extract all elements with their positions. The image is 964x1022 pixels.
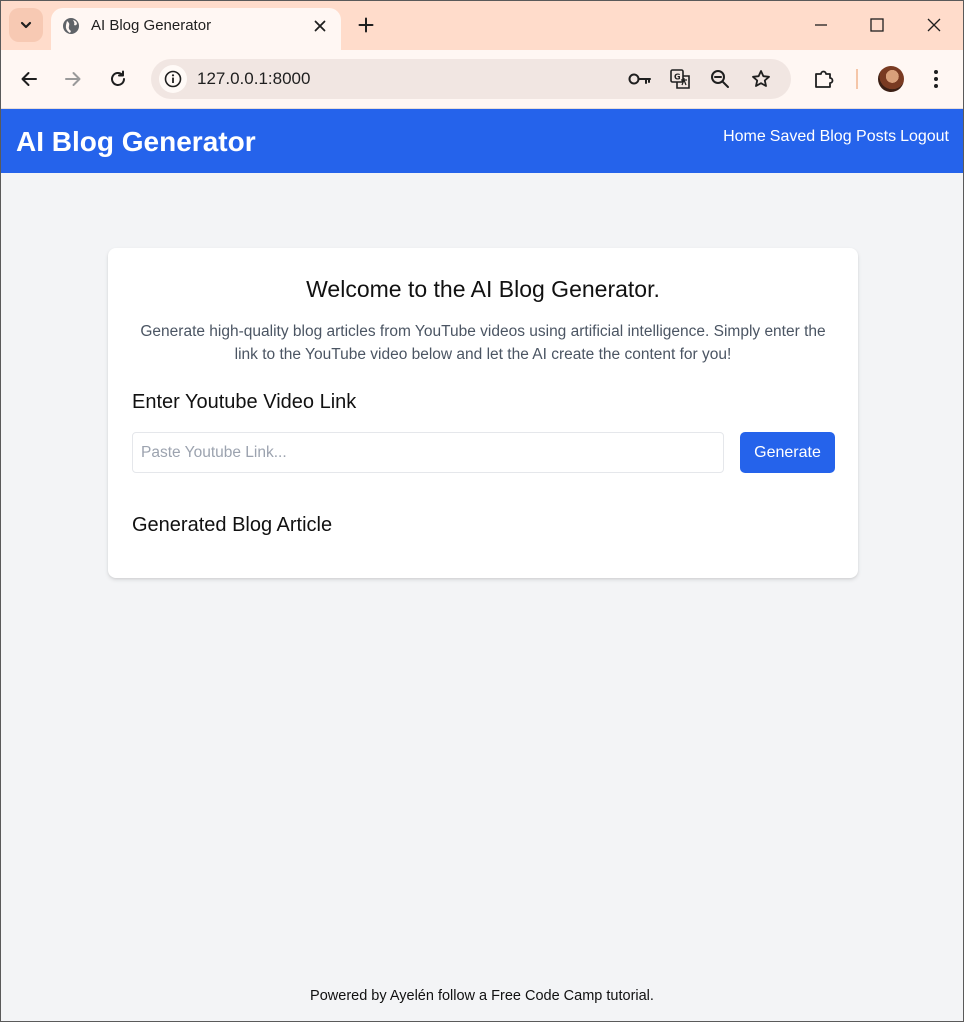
kebab-menu-icon xyxy=(934,70,938,88)
avatar[interactable] xyxy=(878,66,904,92)
page-title: Welcome to the AI Blog Generator. xyxy=(306,276,660,302)
back-button[interactable] xyxy=(14,64,44,94)
main-nav: Home Saved Blog Posts Logout xyxy=(723,127,949,147)
address-bar[interactable]: 127.0.0.1:8000 G xyxy=(151,59,791,99)
article-section-label: Generated Blog Article xyxy=(132,514,333,536)
forward-button[interactable] xyxy=(58,64,88,94)
translate-icon: G xyxy=(670,69,690,89)
globe-icon xyxy=(63,18,79,34)
maximize-icon xyxy=(870,18,884,32)
generate-button[interactable]: Generate xyxy=(740,432,835,473)
toolbar-separator xyxy=(856,69,858,89)
browser-menu-button[interactable] xyxy=(921,64,951,94)
url-text: 127.0.0.1:8000 xyxy=(197,69,311,88)
zoom-out-icon xyxy=(711,70,729,88)
nav-logout-link[interactable]: Logout xyxy=(900,127,949,147)
passwords-button[interactable] xyxy=(627,67,653,91)
close-icon xyxy=(314,20,326,32)
puzzle-icon xyxy=(815,70,834,88)
minimize-icon xyxy=(815,24,827,26)
key-icon xyxy=(628,73,651,85)
app-title: AI Blog Generator xyxy=(16,126,256,157)
new-tab-button[interactable] xyxy=(353,12,379,38)
youtube-link-input[interactable] xyxy=(132,432,724,473)
tab-close-button[interactable] xyxy=(310,16,330,36)
translate-button[interactable]: G xyxy=(667,67,693,91)
browser-toolbar: 127.0.0.1:8000 G xyxy=(0,50,964,109)
link-section-label: Enter Youtube Video Link xyxy=(132,391,357,413)
bookmark-button[interactable] xyxy=(748,67,774,91)
tab-search-button[interactable] xyxy=(9,8,43,42)
reload-icon xyxy=(111,70,125,86)
page-footer: Powered by Ayelén follow a Free Code Cam… xyxy=(310,988,654,1004)
back-arrow-icon xyxy=(21,72,37,86)
close-icon xyxy=(927,18,941,32)
maximize-button[interactable] xyxy=(862,10,892,40)
app-header: AI Blog Generator Home Saved Blog Posts … xyxy=(1,109,963,173)
intro-text: Generate high-quality blog articles from… xyxy=(140,323,826,363)
extensions-button[interactable] xyxy=(809,64,839,94)
browser-tab[interactable]: AI Blog Generator xyxy=(51,8,341,50)
site-info-button[interactable] xyxy=(159,65,187,93)
plus-icon xyxy=(358,17,374,33)
info-icon xyxy=(164,70,182,88)
generator-card: Welcome to the AI Blog Generator. Genera… xyxy=(108,248,858,578)
minimize-button[interactable] xyxy=(806,10,836,40)
forward-arrow-icon xyxy=(65,72,81,86)
zoom-button[interactable] xyxy=(707,67,733,91)
tab-strip: AI Blog Generator xyxy=(0,0,964,50)
nav-home-link[interactable]: Home xyxy=(723,127,766,147)
reload-button[interactable] xyxy=(103,64,133,94)
close-window-button[interactable] xyxy=(919,10,949,40)
nav-saved-posts-link[interactable]: Saved Blog Posts xyxy=(770,127,896,147)
svg-text:G: G xyxy=(674,73,681,82)
star-icon xyxy=(752,70,770,87)
chevron-down-icon xyxy=(20,21,32,29)
tab-title: AI Blog Generator xyxy=(91,17,212,34)
